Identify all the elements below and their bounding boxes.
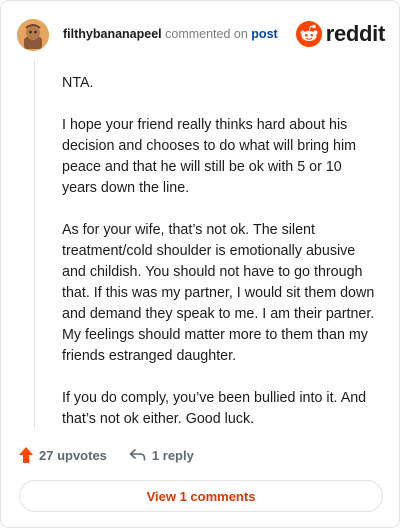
comment-paragraph: As for your wife, that’s not ok. The sil… [62,222,375,364]
comment-meta: filthybananapeel commented on post [63,27,278,41]
view-comments-button[interactable]: View 1 comments [19,480,383,512]
comment-card: filthybananapeel commented on post reddi… [0,0,400,528]
comment-actions: 27 upvotes 1 reply [19,443,381,467]
comment-body: NTA. I hope your friend really thinks ha… [62,73,380,451]
username[interactable]: filthybananapeel [63,27,162,41]
reply-button[interactable]: 1 reply [129,448,194,463]
reply-count: 1 reply [151,447,194,463]
upvote-button[interactable]: 27 upvotes [19,447,107,463]
reddit-brand: reddit [295,19,386,49]
post-link[interactable]: post [251,27,277,41]
reddit-logo-icon [295,21,322,47]
view-comments-label: View 1 comments [146,488,256,504]
comment-paragraph: I hope your friend really thinks hard ab… [62,117,357,196]
comment-paragraph: NTA. [62,75,94,91]
reply-arrow-icon [129,448,146,461]
avatar-icon [17,19,49,51]
comment-paragraph: If you do comply, you’ve been bullied in… [62,390,367,427]
upvote-count: 27 upvotes [39,447,107,463]
upvote-arrow-icon [19,447,33,463]
thread-line [34,59,35,429]
comment-header: filthybananapeel commented on post reddi… [15,17,385,53]
brand-name: reddit [325,21,386,46]
commented-on-text: commented on [165,27,248,41]
avatar[interactable] [17,19,49,51]
